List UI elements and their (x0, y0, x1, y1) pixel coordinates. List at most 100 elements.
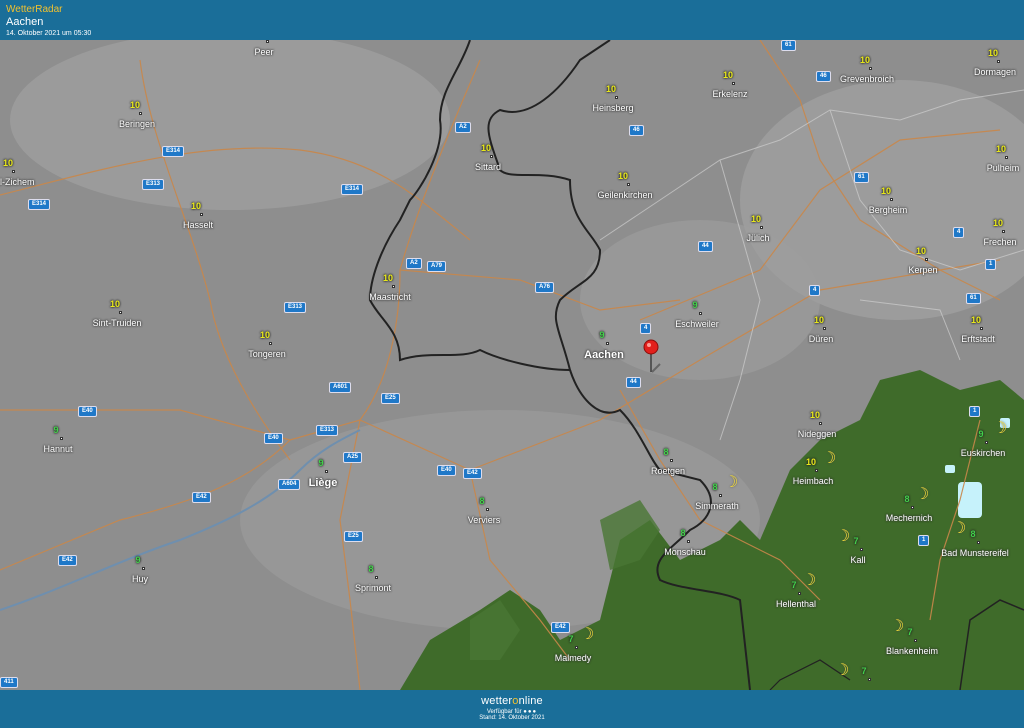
city-dot (119, 311, 122, 314)
city-name: Tongeren (248, 349, 286, 359)
road-shield: E313 (284, 302, 307, 313)
temperature-value: 10 (805, 457, 817, 467)
road-shield: E313 (316, 425, 339, 436)
road-shield: E42 (192, 492, 211, 503)
temperature-value: 8 (479, 496, 485, 506)
moon-icon: ☽ (580, 626, 595, 643)
city-name: Euskirchen (960, 448, 1006, 458)
city-dot (1002, 230, 1005, 233)
road-shield: 4 (809, 285, 821, 296)
temperature-value: 7 (853, 536, 859, 546)
city-name: Geilenkirchen (597, 190, 653, 200)
temperature-value: 10 (382, 273, 394, 283)
city-name: Blankenheim (885, 646, 939, 656)
moon-icon: ☽ (952, 520, 967, 537)
temperature-value: 9 (692, 300, 698, 310)
temperature-value: 9 (978, 429, 984, 439)
app-header: WetterRadar Aachen 14. Oktober 2021 um 0… (0, 0, 1024, 40)
logo-part: wetter (481, 695, 513, 707)
temperature-value: 10 (2, 158, 14, 168)
city-dot (823, 327, 826, 330)
location-pin-icon[interactable] (640, 338, 662, 376)
road-shield: 1 (985, 259, 997, 270)
temperature-value: 8 (970, 529, 976, 539)
temperature-value: 7 (791, 580, 797, 590)
road-shield: 1 (969, 406, 981, 417)
city-name: Düren (808, 334, 834, 344)
temperature-value: 7 (568, 634, 574, 644)
road-shield: 61 (854, 172, 869, 183)
road-shield: E40 (264, 433, 283, 444)
moon-icon: ☽ (836, 528, 851, 545)
city-name: Hannut (43, 444, 73, 454)
road-shield: A2 (455, 122, 471, 133)
temperature-value: 7 (861, 666, 867, 676)
city-dot (139, 112, 142, 115)
temperature-value: 10 (109, 299, 121, 309)
city-name: uvel-Zichem (0, 177, 35, 187)
city-dot (911, 506, 914, 509)
temperature-value: 10 (970, 315, 982, 325)
city-name: Heimbach (792, 476, 834, 486)
moon-icon: ☽ (890, 618, 905, 635)
city-dot (977, 541, 980, 544)
moon-icon: ☽ (802, 572, 817, 589)
city-name: Bergheim (868, 205, 908, 215)
wetteronline-logo: wetteronline (0, 695, 1024, 707)
city-name: Simmerath (695, 501, 739, 511)
city-name: Mechernich (885, 513, 933, 523)
city-dot (815, 469, 818, 472)
temperature-value: 7 (907, 627, 913, 637)
city-dot (142, 567, 145, 570)
weather-map[interactable]: 61 46 46 A2 A2 A79 A76 E314 E313 E314 E3… (0, 40, 1024, 690)
road-shield: A2 (406, 258, 422, 269)
city-name: Kerpen (908, 265, 938, 275)
timestamp: 14. Oktober 2021 um 05:30 (6, 30, 92, 37)
city-dot (914, 639, 917, 642)
temperature-value: 10 (129, 100, 141, 110)
city-dot (375, 576, 378, 579)
road-shield: 4 (953, 227, 965, 238)
city-name: Huy (131, 574, 149, 584)
city-dot (868, 678, 871, 681)
city-dot (200, 213, 203, 216)
city-dot (392, 285, 395, 288)
city-dot (615, 96, 618, 99)
city-dot (575, 646, 578, 649)
city-name: Maastricht (369, 292, 411, 302)
temperature-value: 10 (617, 171, 629, 181)
city-dot (980, 327, 983, 330)
city-dot (606, 342, 609, 345)
temperature-value: 10 (605, 84, 617, 94)
road-shield: E42 (551, 622, 570, 633)
city-name: Jülich (746, 233, 770, 243)
road-shield: 61 (781, 40, 796, 51)
city-dot (269, 342, 272, 345)
city-name: Liège (308, 477, 338, 489)
stand-date: Stand: 14. Oktober 2021 (479, 715, 545, 721)
city-name: Bad Munstereifel (941, 548, 1009, 558)
temperature-value: 10 (995, 144, 1007, 154)
road-shield: 61 (966, 293, 981, 304)
city-dot (860, 548, 863, 551)
city-name: Malmedy (554, 653, 592, 663)
city-name: Sint-Truiden (92, 318, 142, 328)
road-shield: 44 (626, 377, 641, 388)
temperature-value: 9 (53, 425, 59, 435)
road-shield: E25 (344, 531, 363, 542)
temperature-value: 10 (750, 214, 762, 224)
city-dot (486, 508, 489, 511)
road-shield: 4 (640, 323, 652, 334)
temperature-value: 10 (809, 410, 821, 420)
road-shield: E42 (463, 468, 482, 479)
moon-icon: ☽ (822, 450, 837, 467)
city-dot (760, 226, 763, 229)
moon-icon: ☽ (993, 420, 1008, 437)
city-name: Aachen (584, 349, 624, 361)
city-dot (490, 155, 493, 158)
city-dot (699, 312, 702, 315)
road-shield: E25 (381, 393, 400, 404)
map-base (0, 40, 1024, 690)
brand-title: WetterRadar (6, 4, 63, 15)
temperature-value: 10 (480, 143, 492, 153)
